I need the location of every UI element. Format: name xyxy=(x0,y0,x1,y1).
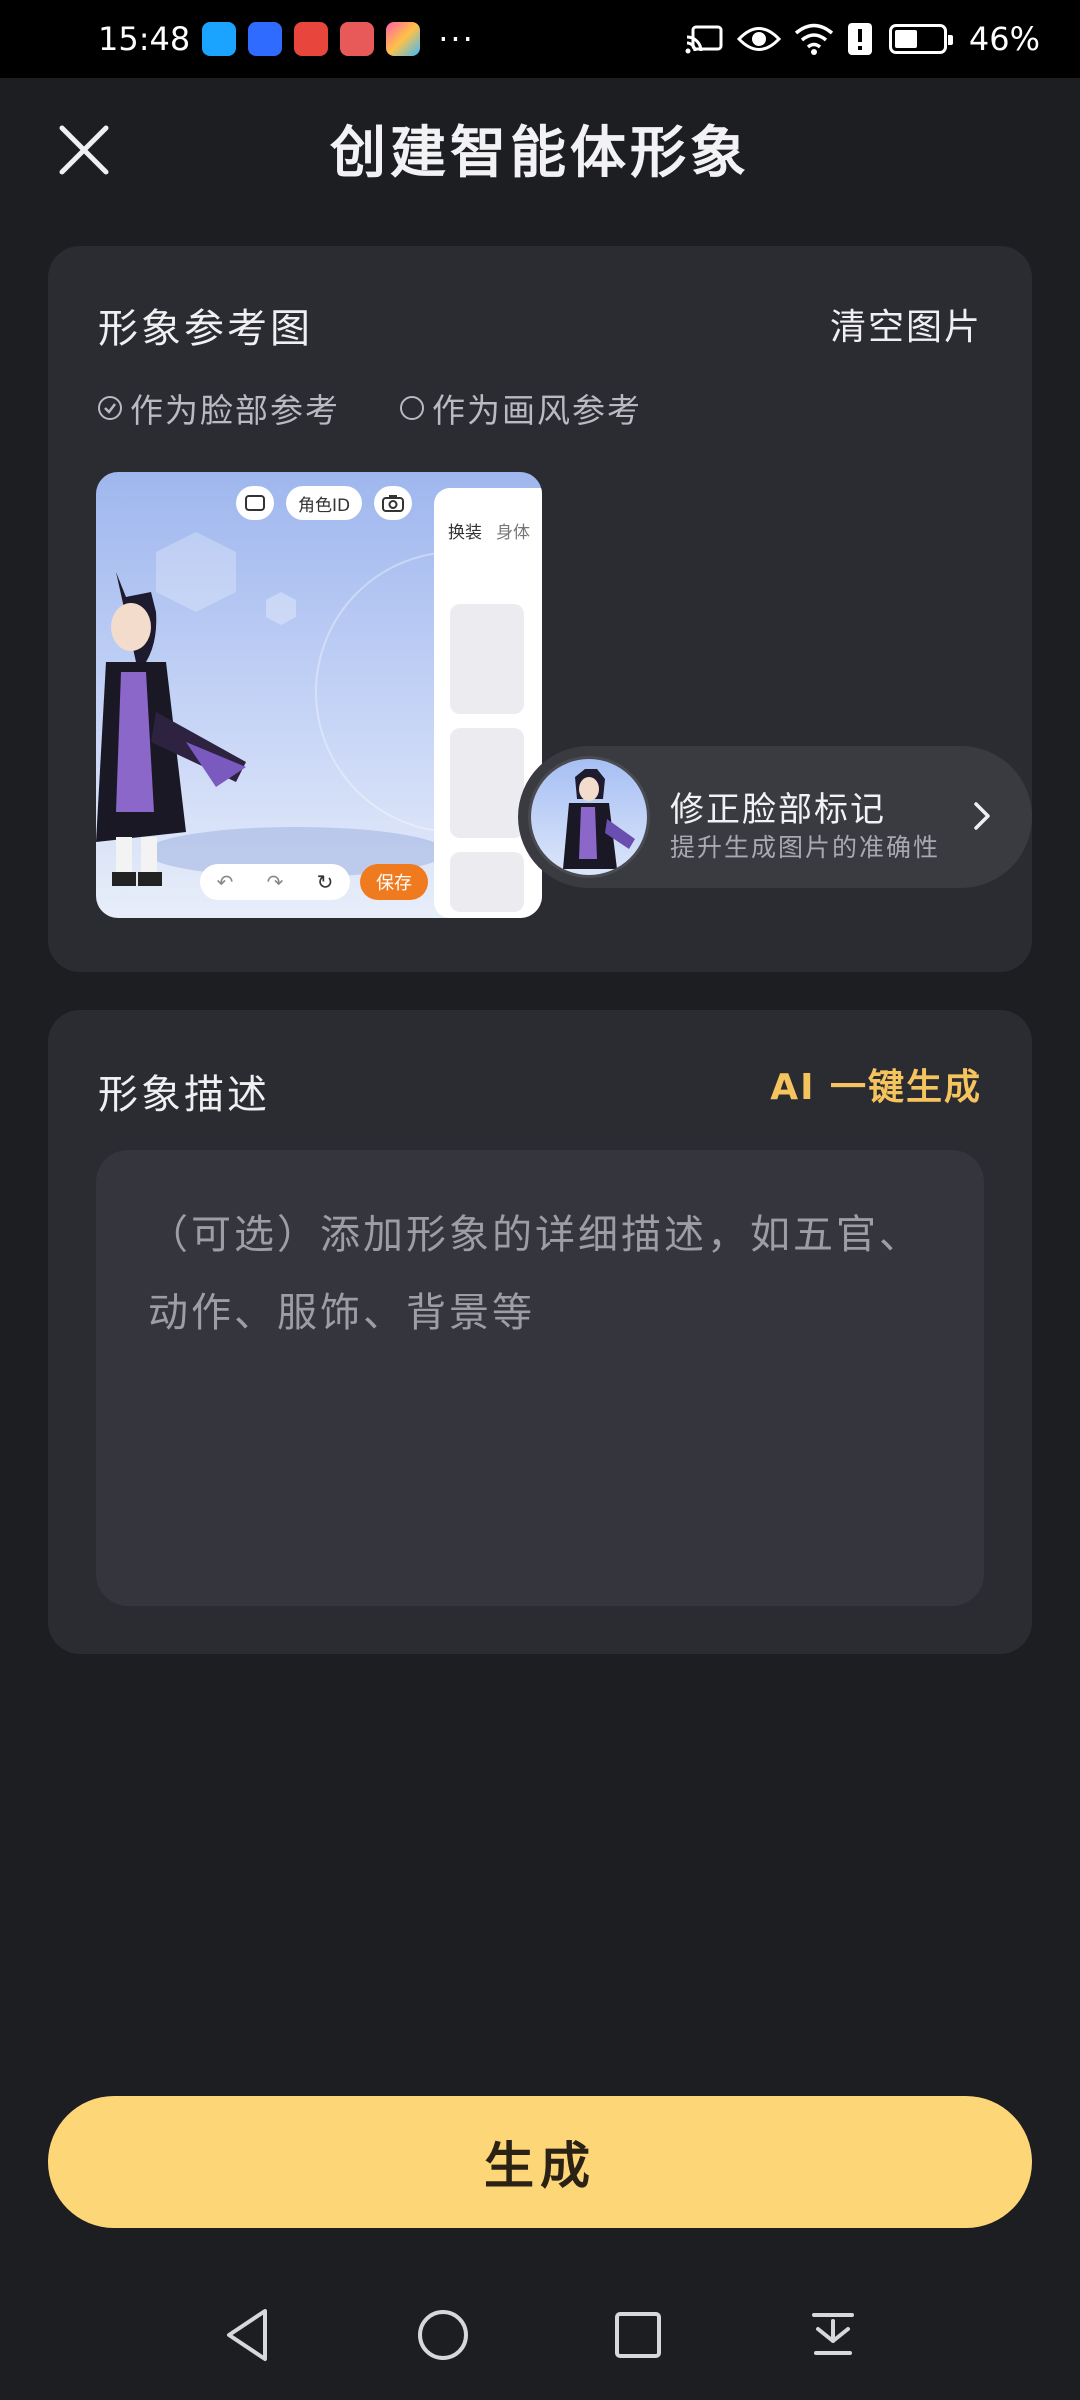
palette-app-icon xyxy=(386,22,421,56)
fix-face-markers-button[interactable]: 修正脸部标记 提升生成图片的准确性 xyxy=(518,746,1032,888)
tab-body[interactable]: 身体 xyxy=(496,518,530,543)
recents-square-icon xyxy=(614,2312,661,2358)
role-id-button[interactable]: 角色ID xyxy=(286,486,363,520)
option-style-label: 作为画风参考 xyxy=(432,391,642,430)
outfit-thumbnail[interactable] xyxy=(450,728,524,838)
frame-icon xyxy=(245,495,265,511)
radio-icon xyxy=(400,396,424,420)
description-input[interactable] xyxy=(96,1150,984,1606)
reference-title: 形象参考图 xyxy=(98,306,313,352)
image-toolbar: 角色ID xyxy=(236,486,413,520)
fix-face-subtitle: 提升生成图片的准确性 xyxy=(670,833,941,862)
face-thumbnail xyxy=(528,756,650,878)
undo-icon[interactable]: ↶ xyxy=(217,870,234,894)
book-app-icon xyxy=(294,22,329,56)
description-title: 形象描述 xyxy=(98,1072,270,1118)
reference-image[interactable]: 角色ID 换装 身体 ↶ ↷ ↻ 保存 xyxy=(96,472,542,918)
tab-outfit[interactable]: 换装 xyxy=(448,518,482,543)
ai-generate-button[interactable]: AI 一键生成 xyxy=(770,1058,982,1110)
checked-radio-icon xyxy=(98,396,122,420)
status-bar: 15:48 ··· 46% xyxy=(0,0,1080,78)
refresh-icon[interactable]: ↻ xyxy=(317,870,334,894)
redo-icon[interactable]: ↷ xyxy=(267,870,284,894)
more-notifications-icon: ··· xyxy=(438,20,475,58)
save-button[interactable]: 保存 xyxy=(360,864,428,900)
frame-button[interactable] xyxy=(236,486,274,520)
outfit-thumbnail[interactable] xyxy=(450,604,524,714)
cast-icon xyxy=(685,25,723,54)
camera-icon xyxy=(382,495,405,512)
camera-button[interactable] xyxy=(374,486,413,520)
page-title: 创建智能体形象 xyxy=(330,121,750,186)
eye-icon xyxy=(736,27,781,51)
fix-face-title: 修正脸部标记 xyxy=(670,790,886,830)
gift-app-icon xyxy=(340,22,375,56)
battery-percent: 46% xyxy=(968,20,1040,58)
header: 创建智能体形象 xyxy=(0,78,1080,218)
battery-icon xyxy=(888,24,953,54)
status-time: 15:48 xyxy=(98,20,191,58)
system-nav-bar xyxy=(0,2270,1080,2400)
description-card: 形象描述 AI 一键生成 xyxy=(48,1010,1032,1654)
recents-button[interactable] xyxy=(608,2305,668,2365)
search-app-icon xyxy=(202,22,237,56)
home-circle-icon xyxy=(417,2310,468,2360)
option-style-reference[interactable]: 作为画风参考 xyxy=(400,384,642,432)
reference-card: 形象参考图 清空图片 作为脸部参考 作为画风参考 角色ID 换装 身体 ↶ ↷ … xyxy=(48,246,1032,972)
clear-image-button[interactable]: 清空图片 xyxy=(830,298,982,350)
outfit-thumbnail[interactable] xyxy=(450,852,524,912)
back-triangle-icon xyxy=(226,2309,267,2361)
generate-button[interactable]: 生成 xyxy=(48,2096,1032,2228)
alert-icon xyxy=(847,23,872,55)
bulb-app-icon xyxy=(248,22,283,56)
reference-mode-options: 作为脸部参考 作为画风参考 xyxy=(98,384,642,432)
wifi-icon xyxy=(794,23,833,55)
notification-shade-button[interactable] xyxy=(803,2305,863,2365)
back-button[interactable] xyxy=(218,2305,278,2365)
chevron-right-icon xyxy=(974,802,990,830)
option-face-reference[interactable]: 作为脸部参考 xyxy=(98,384,340,432)
history-controls: ↶ ↷ ↻ xyxy=(200,864,350,900)
home-button[interactable] xyxy=(413,2305,473,2365)
option-face-label: 作为脸部参考 xyxy=(130,391,340,430)
character-figure xyxy=(96,572,246,886)
pull-down-icon xyxy=(811,2313,854,2355)
outfit-panel: 换装 身体 xyxy=(434,488,542,918)
